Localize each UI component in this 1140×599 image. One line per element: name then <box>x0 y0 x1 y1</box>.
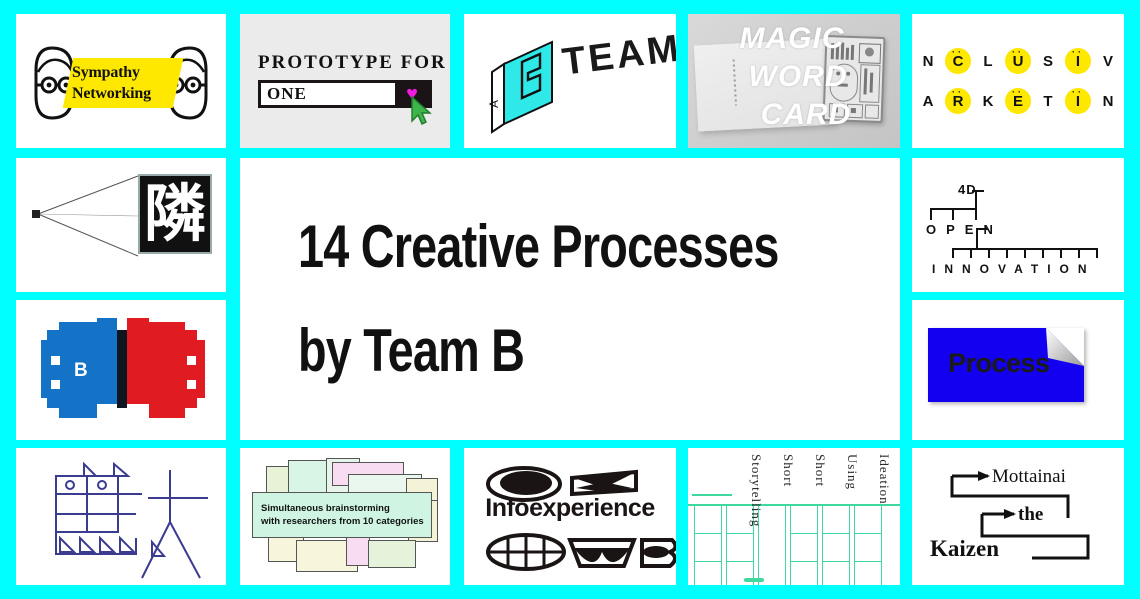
tile-mottainai-kaizen[interactable]: Mottainai the Kaizen <box>912 448 1124 585</box>
tile-tonari-kanji[interactable]: 隣 <box>16 158 226 292</box>
bteam-wordmark: TEAM. <box>560 25 676 84</box>
pixel-faces-artwork: B <box>16 300 226 440</box>
poster-board: Sympathy Networking PROTOTYPE FOR ONE ♥ <box>0 0 1140 599</box>
tile-4d-open-innovation[interactable]: 4D OPEN INNOVATION <box>912 158 1124 292</box>
letter-glyph: K <box>982 92 994 110</box>
umlaut-dots-icon: ·· <box>1012 87 1024 97</box>
letter-tile: L <box>975 48 1001 74</box>
kanji-glyph: 隣 <box>143 177 206 250</box>
tile-b-team[interactable]: A TEAM. <box>464 14 676 148</box>
letter-glyph: A <box>922 92 934 110</box>
letter-glyph: L <box>983 52 993 70</box>
tile-line-art-kanji[interactable] <box>16 448 226 585</box>
pixel-faces-icon: B <box>41 318 205 418</box>
svg-text:A: A <box>487 100 501 108</box>
umlaut-dots-icon: ·· <box>1072 47 1084 57</box>
page-curl-icon <box>1046 328 1084 366</box>
tile-infoexperience[interactable]: Infoexperience <box>464 448 676 585</box>
umlaut-dots-icon: ·· <box>952 87 964 97</box>
umlaut-dots-icon: ·· <box>952 47 964 57</box>
manuscript-grid-artwork: Ideation Using Short Short Storytelling <box>688 448 900 585</box>
tile-process-card[interactable]: Process <box>912 300 1124 440</box>
umlaut-dots-icon: ·· <box>1072 87 1084 97</box>
tile-prototype-for-one[interactable]: PROTOTYPE FOR ONE ♥ <box>240 14 450 148</box>
letter-tile: V <box>1095 48 1121 74</box>
hero-line-1: 14 Creative Processes <box>298 213 779 280</box>
letter-tile: ·· I <box>1065 48 1091 74</box>
inclusive-word-row-2: ··MA··RK··ET··IN··G <box>912 88 1124 114</box>
label-innovation: INNOVATION <box>932 262 1096 276</box>
letter-tile: S <box>1035 48 1061 74</box>
letter-tile: ·· R <box>945 88 971 114</box>
sympathy-artwork: Sympathy Networking <box>16 14 226 148</box>
bubbles-artwork: Simultaneous brainstorming with research… <box>240 448 450 585</box>
letter-tile: ·· E <box>1005 88 1031 114</box>
tile-sympathy-networking[interactable]: Sympathy Networking <box>16 14 226 148</box>
letter-tile: N <box>915 48 941 74</box>
grid-col-ideation: Ideation <box>877 454 892 505</box>
hero-line-2: by Team B <box>298 317 525 384</box>
svg-text:B: B <box>74 360 88 381</box>
prototype-artwork: PROTOTYPE FOR ONE ♥ <box>240 14 450 148</box>
letter-tile: T <box>1035 88 1061 114</box>
process-artwork: Process <box>912 300 1124 440</box>
tile-short-short-storytelling[interactable]: Ideation Using Short Short Storytelling <box>688 448 900 585</box>
grid-col-storytelling: Storytelling <box>749 454 764 528</box>
letter-tile: ·· I <box>1065 88 1091 114</box>
tile-simultaneous-brainstorming[interactable]: Simultaneous brainstorming with research… <box>240 448 450 585</box>
kanji-frame: 隣 <box>138 174 212 254</box>
tile-magic-word-card[interactable]: MAGIC WORD CARD <box>688 14 900 148</box>
line-art-artwork <box>16 448 226 585</box>
grid-col-using: Using <box>845 454 860 491</box>
line-kanji-icon <box>55 461 208 579</box>
tile-inclusive-marketing[interactable]: ··IN··CL··US··IV··E ··MA··RK··ET··IN··G <box>912 14 1124 148</box>
label-open: OPEN <box>926 222 1003 237</box>
letter-tile: K <box>975 88 1001 114</box>
grid-col-short-2: Short <box>781 454 796 488</box>
bteam-artwork: A TEAM. <box>464 14 676 148</box>
kaizen-arrow-path <box>950 471 1090 560</box>
source-square <box>32 210 40 218</box>
prototype-input[interactable]: ONE <box>261 83 395 105</box>
tile-pixel-faces[interactable]: B <box>16 300 226 440</box>
kaizen-artwork: Mottainai the Kaizen <box>912 448 1124 585</box>
kanji-projection-artwork: 隣 <box>16 158 226 292</box>
brainstorming-line-2: with researchers from 10 categories <box>261 516 424 527</box>
letter-tile: ·· C <box>945 48 971 74</box>
magic-artwork: MAGIC WORD CARD <box>688 14 900 148</box>
letter-glyph: N <box>922 52 934 70</box>
prototype-search-bar[interactable]: ONE ♥ <box>258 80 432 108</box>
letter-glyph: T <box>1043 92 1053 110</box>
infoexperience-label: Infoexperience <box>485 494 655 522</box>
open-innovation-artwork: 4D OPEN INNOVATION <box>912 158 1124 292</box>
b-mark-icon: A <box>487 40 553 134</box>
tile-hero-title: 14 Creative Processes by Team B <box>240 158 900 440</box>
hero-title-text: 14 Creative Processes by Team B <box>298 195 779 403</box>
letter-tile: A <box>915 88 941 114</box>
brainstorming-line-1: Simultaneous brainstorming <box>261 503 390 514</box>
inclusive-artwork: ··IN··CL··US··IV··E ··MA··RK··ET··IN··G <box>912 14 1124 148</box>
letter-glyph: S <box>1042 52 1053 70</box>
cursor-icon <box>411 96 432 125</box>
inclusive-word-row-1: ··IN··CL··US··IV··E <box>912 48 1124 74</box>
umlaut-dots-icon: ·· <box>1012 47 1024 57</box>
sympathy-label: Sympathy Networking <box>72 64 151 102</box>
prototype-title: PROTOTYPE FOR <box>258 52 447 73</box>
magic-word-card-title: MAGIC WORD CARD <box>739 22 852 131</box>
infoexperience-artwork: Infoexperience <box>464 448 676 585</box>
letter-glyph: N <box>1102 92 1114 110</box>
brainstorming-bubble: Simultaneous brainstorming with research… <box>252 492 432 538</box>
grid-col-short-1: Short <box>813 454 828 488</box>
process-label: Process <box>948 348 1050 378</box>
letter-tile: ·· U <box>1005 48 1031 74</box>
letter-glyph: V <box>1102 52 1113 70</box>
letter-tile: N <box>1095 88 1121 114</box>
